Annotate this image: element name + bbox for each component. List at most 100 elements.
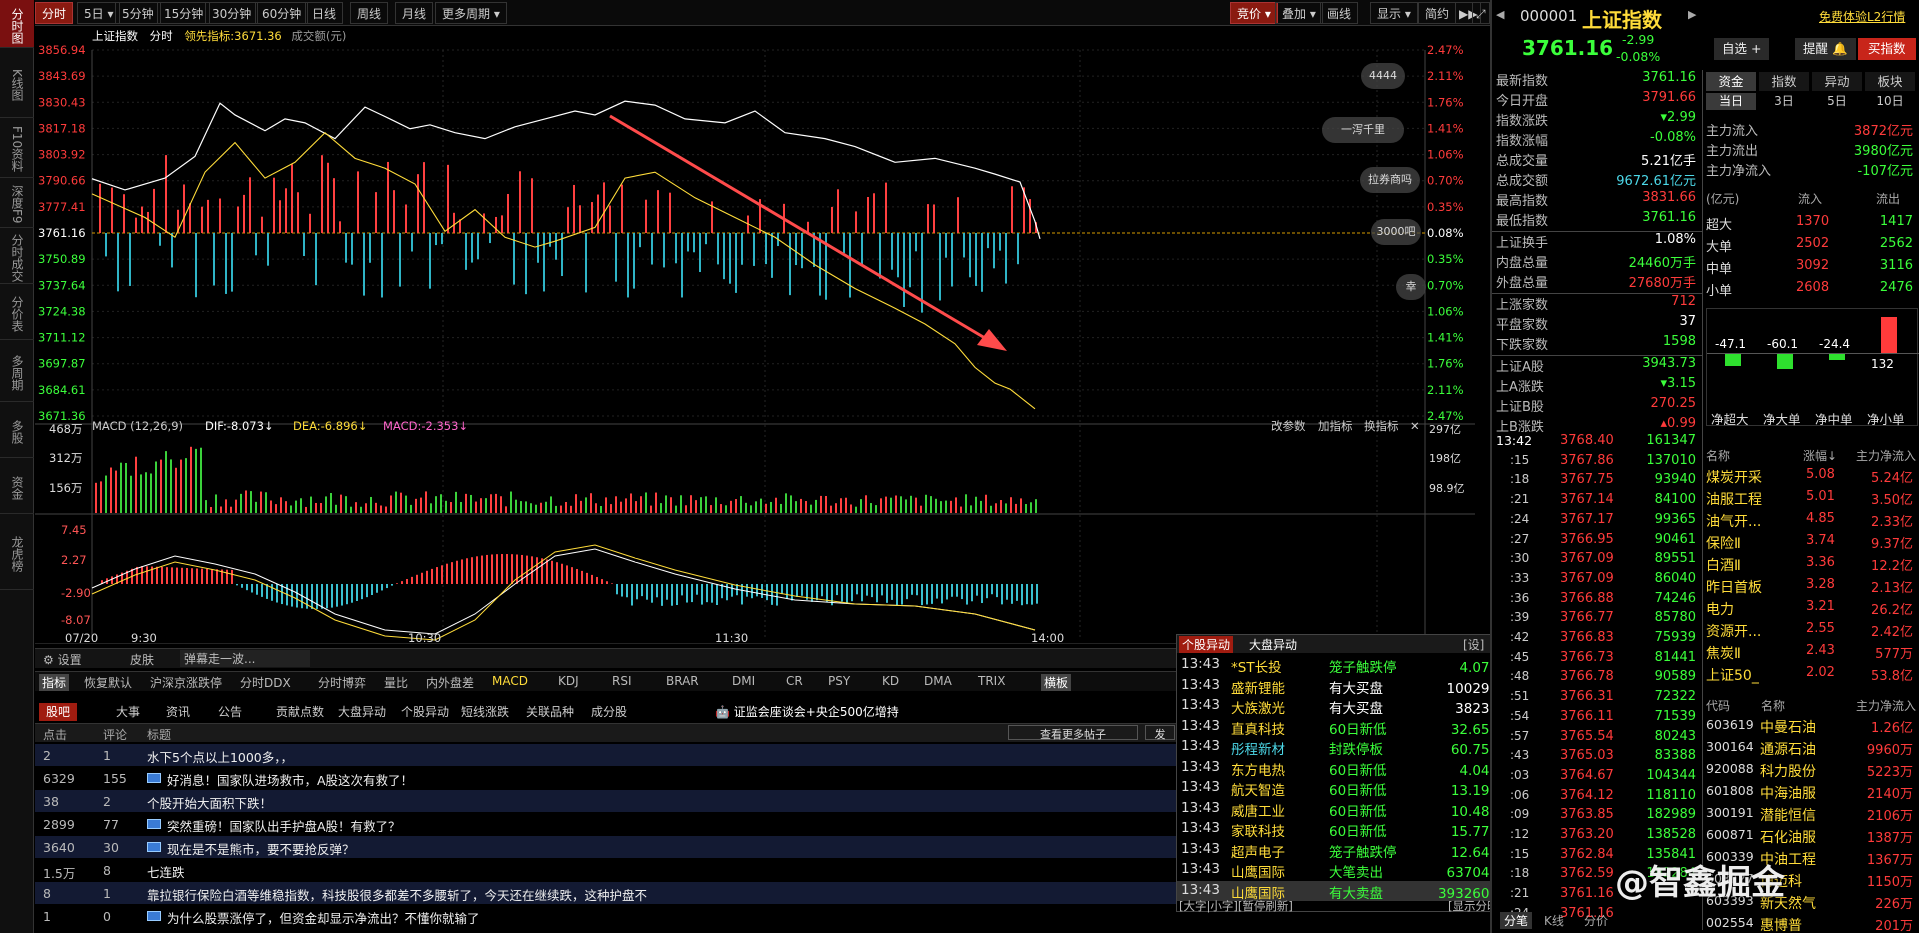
buy-index-button[interactable]: 买指数 xyxy=(1858,38,1916,60)
indicator-tab[interactable]: 沪深京涨跌停 xyxy=(147,674,225,691)
news-tab[interactable]: 大盘异动 xyxy=(331,703,393,721)
alert-row[interactable]: 13:43 东方电热 60日新低 4.04元 xyxy=(1177,758,1507,779)
danmu-bubble[interactable]: 4444 xyxy=(1361,63,1405,89)
period-tab[interactable]: 30分钟 xyxy=(205,2,259,24)
news-row[interactable]: 6329 155 好消息！国家队进场救市，A股这次有救了！ xyxy=(35,767,1180,789)
news-title[interactable]: 七连跌 xyxy=(147,862,185,881)
period-tab[interactable]: 分时 xyxy=(35,2,74,24)
fund-subtab[interactable]: 5日 xyxy=(1812,93,1862,110)
period-tab[interactable]: 日线 xyxy=(305,2,344,24)
news-row[interactable]: 38 2 个股开始大面积下跌！ xyxy=(35,790,1180,812)
sector-name[interactable]: 保险Ⅱ xyxy=(1706,533,1741,553)
toolbar-option[interactable]: 叠加 ▾ xyxy=(1275,2,1323,24)
alert-row[interactable]: 13:43 大族激光 有大买盘 3823手 xyxy=(1177,696,1507,717)
news-tab[interactable]: 资讯 xyxy=(159,703,197,721)
news-tab[interactable]: 短线涨跌 xyxy=(454,703,516,721)
alerts-tab-stock[interactable]: 个股异动 xyxy=(1179,636,1234,653)
alerts-tab-market[interactable]: 大盘异动 xyxy=(1249,636,1297,653)
danmu-bubble[interactable]: 拉券商吗 xyxy=(1360,167,1420,193)
next-icon[interactable]: ▶ xyxy=(1688,8,1696,21)
prev-icon[interactable]: ◀ xyxy=(1496,8,1504,21)
add-watchlist-button[interactable]: 自选 + xyxy=(1714,38,1770,60)
macd-option-button[interactable]: ✕ xyxy=(1410,419,1420,433)
indicator-tab[interactable]: DMI xyxy=(729,674,758,688)
post-button[interactable]: 发 xyxy=(1145,725,1175,741)
indicator-tab[interactable]: PSY xyxy=(825,674,853,688)
indicator-tab[interactable]: DMA xyxy=(921,674,955,688)
period-tab[interactable]: 月线 xyxy=(395,2,434,24)
stock-name[interactable]: 中曼石油 xyxy=(1760,717,1816,737)
stock-name[interactable]: 惠博普 xyxy=(1760,915,1802,933)
stock-name[interactable]: 石化油服 xyxy=(1760,827,1816,847)
indicator-tab[interactable]: KDJ xyxy=(555,674,582,688)
sector-name[interactable]: 白酒Ⅱ xyxy=(1706,555,1741,575)
indicator-tab[interactable]: 量比 xyxy=(381,674,411,691)
indicator-tab[interactable]: CR xyxy=(783,674,806,688)
left-tab[interactable]: 资金 xyxy=(0,458,34,514)
news-title[interactable]: 突然重磅！国家队出手护盘A股！有救了？ xyxy=(167,816,401,835)
news-row[interactable]: 3640 30 现在是不是熊市，要不要抢反弹？ xyxy=(35,836,1180,858)
toolbar-option[interactable]: 显示 ▾ xyxy=(1370,2,1418,24)
news-banner[interactable]: 🤖 证监会座谈会+央企500亿增持 xyxy=(715,703,899,720)
news-title[interactable]: 好消息！国家队进场救市，A股这次有救了！ xyxy=(167,770,413,789)
left-tab[interactable]: 多周期 xyxy=(0,340,34,402)
left-tab[interactable]: 龙虎榜 xyxy=(0,514,34,590)
indicator-tab[interactable]: TRIX xyxy=(975,674,1008,688)
news-tab[interactable]: 股吧 xyxy=(39,703,78,721)
stock-name[interactable]: 科力股份 xyxy=(1760,761,1816,781)
danmu-bubble[interactable]: 3000吧 xyxy=(1371,219,1421,245)
fund-tab[interactable]: 板块 xyxy=(1865,72,1915,91)
left-tab[interactable]: 多股 xyxy=(0,402,34,458)
period-tab[interactable]: 60分钟 xyxy=(255,2,309,24)
tick-tab[interactable]: K线 xyxy=(1540,912,1568,929)
fund-tab[interactable]: 资金 xyxy=(1706,72,1756,91)
news-title[interactable]: 现在是不是熊市，要不要抢反弹？ xyxy=(167,839,355,858)
macd-option-button[interactable]: 加指标 xyxy=(1318,419,1353,433)
stock-name[interactable]: 中海油服 xyxy=(1760,783,1816,803)
free-l2-link[interactable]: 免费体验L2行情 xyxy=(1819,8,1905,25)
alerts-font-toggle[interactable]: [大字|小字][暂停刷新] xyxy=(1179,898,1293,914)
alert-row[interactable]: 13:43 直真科技 60日新低 32.65元 xyxy=(1177,717,1507,738)
sector-name[interactable]: 煤炭开采 xyxy=(1706,467,1762,487)
indicator-tab[interactable]: 分时博弈 xyxy=(315,674,369,691)
stock-name[interactable]: 通源石油 xyxy=(1760,739,1816,759)
sector-name[interactable]: 昨日首板 xyxy=(1706,577,1762,597)
stock-name[interactable]: 潜能恒信 xyxy=(1760,805,1816,825)
alert-row[interactable]: 13:43 *ST长投 笼子触跌停 4.07元 xyxy=(1177,655,1507,676)
left-tab[interactable]: 分时图 xyxy=(0,0,34,48)
fund-subtab[interactable]: 当日 xyxy=(1706,93,1756,110)
left-tab[interactable]: K线图 xyxy=(0,48,34,118)
news-tab[interactable]: 关联品种 xyxy=(519,703,581,721)
danmu-input[interactable]: 弹幕走一波... xyxy=(180,650,310,667)
period-tab[interactable]: 周线 xyxy=(350,2,389,24)
indicator-tab[interactable]: 横板 xyxy=(1041,674,1072,691)
toolbar-option[interactable]: 画线 xyxy=(1320,2,1359,24)
sector-name[interactable]: 油气开... xyxy=(1706,511,1761,531)
indicator-tab[interactable]: KD xyxy=(879,674,902,688)
news-row[interactable]: 1.5万 8 七连跌 xyxy=(35,859,1180,881)
left-tab[interactable]: 深度F9 xyxy=(0,178,34,228)
alert-row[interactable]: 13:43 彤程新材 封跌停板 60.75元 xyxy=(1177,737,1507,758)
skin-button[interactable]: 皮肤 xyxy=(130,651,154,668)
news-row[interactable]: 1 0 为什么股票涨停了，但资金却显示净流出？不懂你就输了 xyxy=(35,905,1180,927)
period-tab[interactable]: 15分钟 xyxy=(157,2,211,24)
news-tab[interactable]: 大事 xyxy=(109,703,147,721)
news-title[interactable]: 为什么股票涨停了，但资金却显示净流出？不懂你就输了 xyxy=(167,908,480,927)
alert-row[interactable]: 13:43 超声电子 笼子触跌停 12.64元 xyxy=(1177,840,1507,861)
remind-button[interactable]: 提醒 🔔 xyxy=(1795,38,1856,60)
alert-row[interactable]: 13:43 盛新锂能 有大买盘 10029手 xyxy=(1177,676,1507,697)
indicator-tab[interactable]: BRAR xyxy=(663,674,702,688)
indicator-tab[interactable]: 指标 xyxy=(39,674,70,691)
sector-name[interactable]: 油服工程 xyxy=(1706,489,1762,509)
news-tab[interactable]: 成分股 xyxy=(584,703,634,721)
macd-option-button[interactable]: 换指标 xyxy=(1364,419,1399,433)
indicator-tab[interactable]: RSI xyxy=(609,674,635,688)
sector-name[interactable]: 焦炭Ⅱ xyxy=(1706,643,1741,663)
toolbar-option[interactable]: 简约 xyxy=(1418,2,1457,24)
toolbar-option[interactable]: 竞价 ▾ xyxy=(1230,2,1278,24)
sector-name[interactable]: 上证50_ xyxy=(1706,665,1759,685)
news-row[interactable]: 8 1 靠拉银行保险白酒等维稳指数，科技股很多都差不多腰斩了，今天还在继续跌，这种护… xyxy=(35,882,1180,904)
alert-row[interactable]: 13:43 山鹰国际 大笔卖出 63704手 xyxy=(1177,860,1507,881)
news-row[interactable]: 2899 77 突然重磅！国家队出手护盘A股！有救了？ xyxy=(35,813,1180,835)
fund-subtab[interactable]: 3日 xyxy=(1759,93,1809,110)
